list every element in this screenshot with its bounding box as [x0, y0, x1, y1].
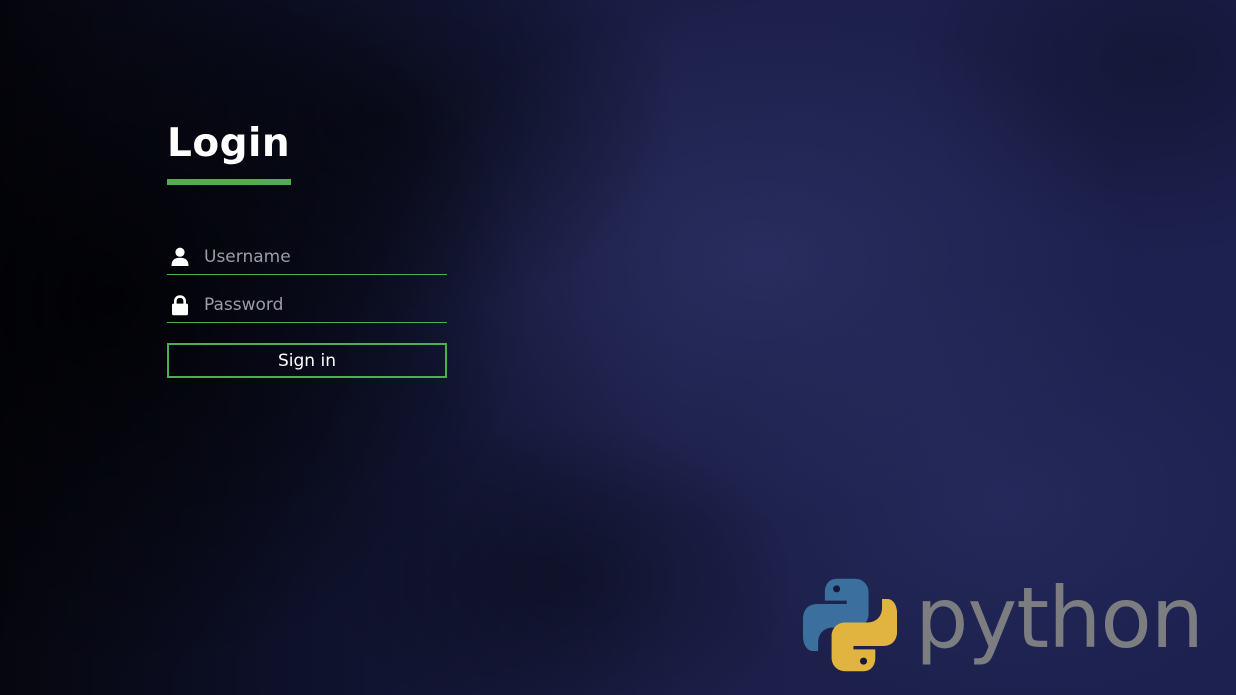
python-logo: python — [803, 568, 1204, 682]
user-icon — [167, 246, 197, 268]
password-input[interactable] — [197, 290, 447, 320]
username-input[interactable] — [197, 242, 447, 272]
lock-icon — [167, 294, 197, 316]
python-snakes-icon — [803, 578, 898, 672]
password-field — [167, 288, 447, 323]
title-underline — [167, 179, 291, 185]
python-wordmark: python — [915, 569, 1204, 667]
username-field — [167, 240, 447, 275]
page-title: Login — [167, 121, 291, 166]
login-panel: Login Sign in — [167, 118, 447, 378]
sign-in-button[interactable]: Sign in — [167, 343, 447, 378]
